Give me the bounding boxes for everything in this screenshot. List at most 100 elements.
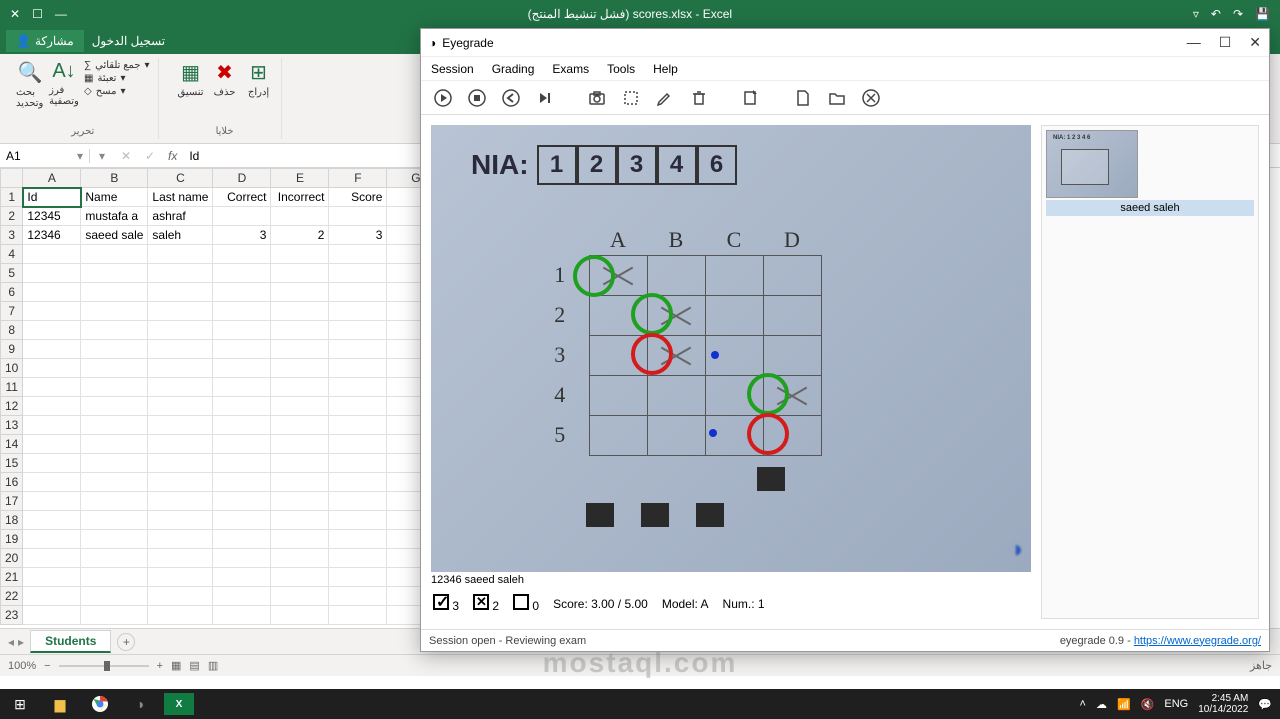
redo-icon[interactable]: ↷ [1233, 7, 1243, 21]
cell[interactable] [271, 416, 329, 435]
cell[interactable] [213, 511, 271, 530]
cell[interactable] [329, 264, 387, 283]
cell[interactable] [81, 321, 148, 340]
cell[interactable] [271, 359, 329, 378]
cell[interactable] [213, 492, 271, 511]
cell[interactable]: 12345 [23, 207, 81, 226]
delete-button[interactable]: ✖ حذف [211, 60, 239, 100]
menu-help[interactable]: Help [653, 62, 678, 76]
cell[interactable] [23, 606, 81, 625]
col-header[interactable]: B [81, 169, 148, 188]
eyegrade-task-icon[interactable]: ◑ [120, 689, 160, 719]
row-header[interactable]: 23 [1, 606, 23, 625]
row-header[interactable]: 22 [1, 587, 23, 606]
file-explorer-icon[interactable]: ▆ [40, 689, 80, 719]
excel-task-icon[interactable]: X [164, 693, 194, 715]
row-header[interactable]: 13 [1, 416, 23, 435]
row-header[interactable]: 11 [1, 378, 23, 397]
cell[interactable] [148, 587, 213, 606]
cell[interactable] [23, 321, 81, 340]
cell[interactable] [81, 606, 148, 625]
cell[interactable] [81, 264, 148, 283]
cell[interactable] [329, 359, 387, 378]
cell[interactable] [271, 492, 329, 511]
cell[interactable] [213, 397, 271, 416]
folder-button[interactable] [825, 86, 849, 110]
cell[interactable] [81, 245, 148, 264]
cell[interactable] [23, 340, 81, 359]
cell[interactable] [271, 549, 329, 568]
cell[interactable] [329, 321, 387, 340]
cell[interactable] [81, 397, 148, 416]
wifi-icon[interactable]: 📶 [1117, 698, 1131, 711]
capture-image[interactable]: NIA: 12346 ABCD12345 [431, 125, 1031, 572]
close-icon[interactable]: ✕ [10, 7, 20, 21]
fx-label[interactable]: fx [162, 149, 183, 163]
tray-chevron-icon[interactable]: ˄ [1080, 698, 1086, 710]
cell[interactable] [81, 587, 148, 606]
cell[interactable] [148, 283, 213, 302]
cell[interactable]: 3 [213, 226, 271, 245]
cell[interactable] [81, 511, 148, 530]
cell[interactable] [329, 397, 387, 416]
cell[interactable] [148, 606, 213, 625]
back-button[interactable] [499, 86, 523, 110]
edit-button[interactable] [653, 86, 677, 110]
row-header[interactable]: 19 [1, 530, 23, 549]
cell[interactable] [23, 397, 81, 416]
clear-button[interactable]: ◇ مسح ▾ [84, 86, 150, 97]
cell[interactable] [23, 245, 81, 264]
autosum-button[interactable]: ∑ جمع تلقائي ▾ [84, 60, 150, 71]
cell[interactable] [213, 416, 271, 435]
cell[interactable] [271, 606, 329, 625]
cell[interactable] [213, 378, 271, 397]
onedrive-icon[interactable]: ☁ [1096, 698, 1107, 711]
cell[interactable] [271, 473, 329, 492]
cell[interactable] [81, 454, 148, 473]
cell[interactable] [271, 321, 329, 340]
cell[interactable]: 3 [329, 226, 387, 245]
cell[interactable] [148, 568, 213, 587]
row-header[interactable]: 10 [1, 359, 23, 378]
cell[interactable] [329, 302, 387, 321]
cell[interactable] [148, 454, 213, 473]
cell[interactable] [271, 397, 329, 416]
cell[interactable] [81, 549, 148, 568]
cell[interactable] [271, 568, 329, 587]
row-header[interactable]: 17 [1, 492, 23, 511]
maximize-icon[interactable]: ☐ [1219, 34, 1232, 51]
insert-button[interactable]: ⊞ إدراج [245, 60, 273, 100]
view-normal-icon[interactable]: ▦ [171, 659, 181, 672]
cell[interactable] [23, 416, 81, 435]
cell[interactable] [213, 359, 271, 378]
cell[interactable] [271, 435, 329, 454]
signin-link[interactable]: تسجيل الدخول [92, 34, 165, 48]
cell[interactable] [329, 340, 387, 359]
col-header[interactable]: F [329, 169, 387, 188]
col-header[interactable]: D [213, 169, 271, 188]
cell[interactable] [329, 245, 387, 264]
minimize-icon[interactable]: — [1187, 34, 1201, 51]
menu-session[interactable]: Session [431, 62, 474, 76]
cell[interactable] [213, 568, 271, 587]
cell[interactable] [329, 454, 387, 473]
cell[interactable]: saeed sale [81, 226, 148, 245]
cell[interactable] [213, 530, 271, 549]
cell[interactable] [213, 302, 271, 321]
cell[interactable] [271, 340, 329, 359]
cell[interactable] [213, 435, 271, 454]
cell[interactable] [271, 245, 329, 264]
fill-button[interactable]: ▦ تعبئة ▾ [84, 73, 150, 84]
cell[interactable] [81, 492, 148, 511]
cell[interactable] [271, 454, 329, 473]
cell[interactable] [148, 302, 213, 321]
cell[interactable] [271, 264, 329, 283]
cell[interactable]: Incorrect [271, 188, 329, 207]
row-header[interactable]: 3 [1, 226, 23, 245]
cell[interactable] [81, 473, 148, 492]
cell[interactable] [213, 473, 271, 492]
cell[interactable]: Score [329, 188, 387, 207]
clock[interactable]: 2:45 AM 10/14/2022 [1198, 693, 1248, 715]
play-button[interactable] [431, 86, 455, 110]
cell[interactable] [23, 359, 81, 378]
